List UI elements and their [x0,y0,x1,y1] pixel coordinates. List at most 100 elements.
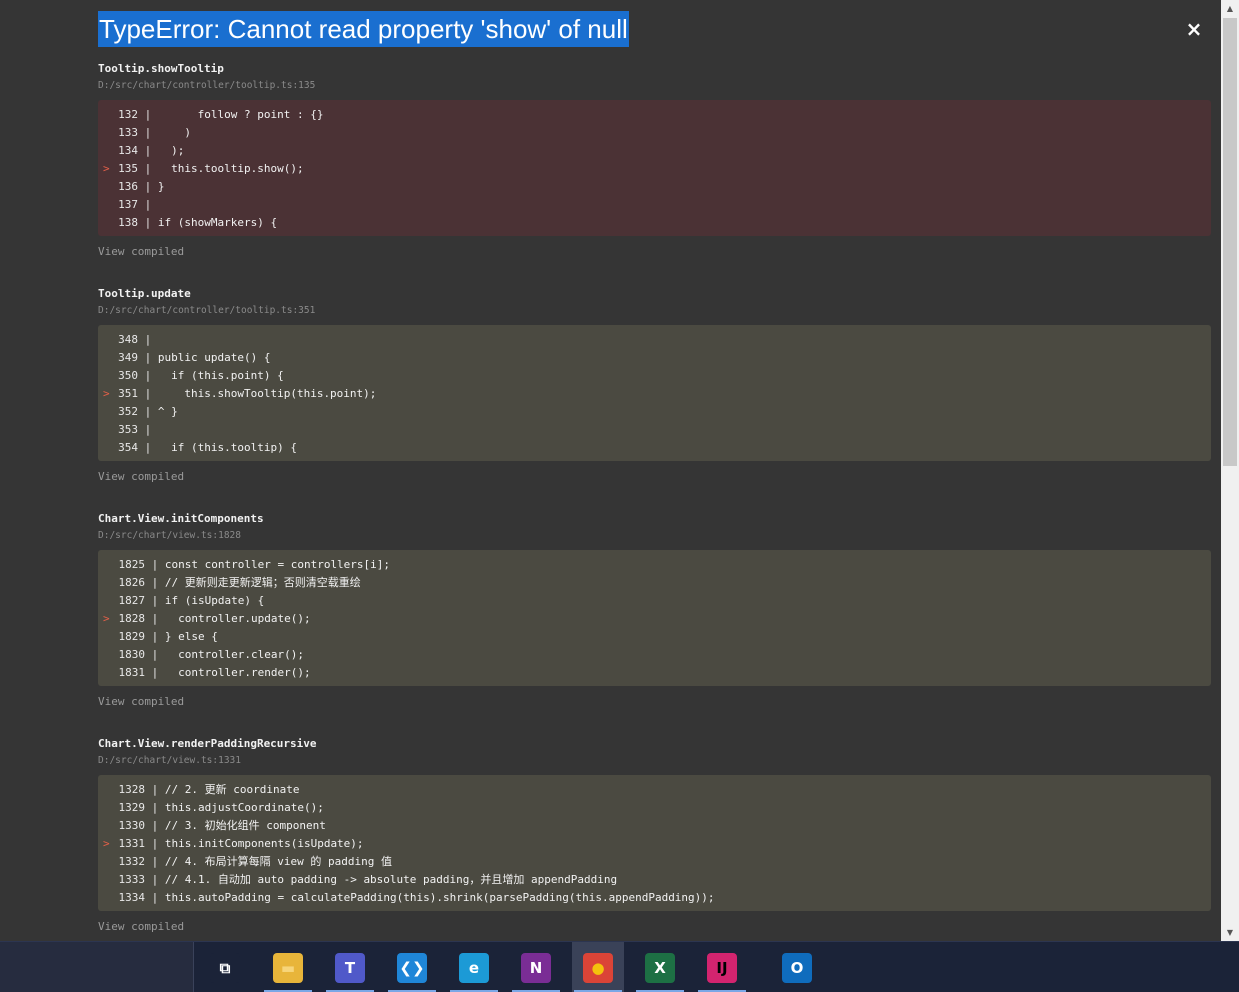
excel-icon: X [645,952,675,983]
line-number: 1333 [118,873,146,886]
scroll-up-icon[interactable]: ▲ [1221,0,1239,17]
line-code: // 4. 布局计算每隔 view 的 padding 值 [164,855,392,868]
code-line: 134 | ); [98,142,1211,160]
taskbar-item[interactable]: O [771,942,823,992]
error-title: TypeError: Cannot read property 'show' o… [98,11,629,47]
line-code: ^ } [157,405,178,418]
code-line: 1329 | this.adjustCoordinate(); [98,799,1211,817]
line-number: 1330 [118,819,146,832]
code-snippet: 1328 | // 2. 更新 coordinate 1329 | this.ad… [98,775,1211,911]
line-number: 353 [118,423,138,436]
edge-icon: e [459,952,489,983]
code-line: 350 | if (this.point) { [98,367,1211,385]
scroll-down-icon[interactable]: ▼ [1221,924,1239,941]
code-snippet: 1825 | const controller = controllers[i]… [98,550,1211,686]
line-code: this.showTooltip(this.point); [157,387,377,400]
line-code: if (this.point) { [157,369,284,382]
error-line-marker: > [103,162,110,175]
line-code: // 4.1. 自动加 auto padding -> absolute pad… [164,873,618,886]
line-number: 1328 [118,783,146,796]
line-number: 1334 [118,891,146,904]
taskbar-item[interactable]: e [448,942,500,992]
code-line: 1827 | if (isUpdate) { [98,592,1211,610]
code-line: 1330 | // 3. 初始化组件 component [98,817,1211,835]
line-code: // 更新则走更新逻辑；否则清空载重绘 [164,576,361,589]
taskbar-item[interactable]: ❮❯ [386,942,438,992]
line-number: 1332 [118,855,146,868]
taskbar-item[interactable]: N [510,942,562,992]
code-line: 353 | [98,421,1211,439]
intellij-icon: IJ [707,952,737,983]
code-line: >1828 | controller.update(); [98,610,1211,628]
frame-file-path: D:/src/chart/controller/tooltip.ts:135 [98,80,316,91]
code-line: 1829 | } else { [98,628,1211,646]
code-line: 136 | } [98,178,1211,196]
line-number: 1329 [118,801,146,814]
code-line: 137 | [98,196,1211,214]
taskbar-item[interactable]: ⧉ [199,942,251,992]
frame-file-path: D:/src/chart/controller/tooltip.ts:351 [98,305,316,316]
line-code: this.adjustCoordinate(); [164,801,324,814]
vertical-scrollbar[interactable]: ▲ ▼ [1221,0,1239,941]
line-number: 1827 [118,594,146,607]
line-number: 348 [118,333,138,346]
line-number: 352 [118,405,138,418]
view-compiled-link[interactable]: View compiled [98,920,1211,934]
windows-taskbar: ⧉ ▬ T ❮❯ e N ● X IJ O [0,941,1239,992]
line-number: 1826 [118,576,146,589]
taskbar-item[interactable]: X [634,942,686,992]
code-line: 354 | if (this.tooltip) { [98,439,1211,457]
line-code: public update() { [157,351,271,364]
line-number: 350 [118,369,138,382]
error-overlay: TypeError: Cannot read property 'show' o… [0,0,1221,941]
error-line-marker: > [103,837,110,850]
line-number: 137 [118,198,138,211]
code-line: >1331 | this.initComponents(isUpdate); [98,835,1211,853]
outlook-icon: O [782,952,812,983]
line-number: 354 [118,441,138,454]
line-code: if (showMarkers) { [157,216,278,229]
code-line: 1328 | // 2. 更新 coordinate [98,781,1211,799]
line-code: controller.clear(); [164,648,304,661]
code-line: 1334 | this.autoPadding = calculatePaddi… [98,889,1211,907]
frame-file-path: D:/src/chart/view.ts:1331 [98,755,241,766]
stack-frame: Tooltip.showTooltip D:/src/chart/controll… [98,62,1211,259]
line-code: ); [157,144,185,157]
line-number: 1831 [118,666,146,679]
line-code: } [157,180,165,193]
code-line: 1826 | // 更新则走更新逻辑；否则清空载重绘 [98,574,1211,592]
line-code: this.autoPadding = calculatePadding(this… [164,891,715,904]
taskbar-search-area[interactable] [0,942,194,992]
code-line: 349 | public update() { [98,349,1211,367]
code-line: 1825 | const controller = controllers[i]… [98,556,1211,574]
vscode-icon: ❮❯ [397,952,427,983]
line-number: 134 [118,144,138,157]
view-compiled-link[interactable]: View compiled [98,245,1211,259]
code-line: 138 | if (showMarkers) { [98,214,1211,232]
line-number: 1830 [118,648,146,661]
taskbar-item[interactable]: IJ [696,942,748,992]
scrollbar-thumb[interactable] [1223,18,1237,466]
view-compiled-link[interactable]: View compiled [98,470,1211,484]
view-compiled-link[interactable]: View compiled [98,695,1211,709]
frame-function-name: Chart.View.renderPaddingRecursive [98,737,317,750]
taskbar-item[interactable]: ▬ [262,942,314,992]
taskbar-item[interactable]: ● [572,942,624,992]
code-line: 133 | ) [98,124,1211,142]
code-line: 1831 | controller.render(); [98,664,1211,682]
frame-function-name: Tooltip.update [98,287,191,300]
code-line: >135 | this.tooltip.show(); [98,160,1211,178]
line-number: 133 [118,126,138,139]
line-code: controller.render(); [164,666,311,679]
error-line-marker: > [103,387,110,400]
line-code: ) [157,126,191,139]
code-line: 348 | [98,331,1211,349]
chrome-icon: ● [583,952,613,983]
line-number: 138 [118,216,138,229]
error-line-marker: > [103,612,110,625]
stack-frame: Chart.View.initComponents D:/src/chart/vi… [98,512,1211,709]
taskbar-item[interactable]: T [324,942,376,992]
frame-function-name: Chart.View.initComponents [98,512,264,525]
close-icon[interactable]: × [1183,18,1205,40]
line-code: const controller = controllers[i]; [164,558,391,571]
